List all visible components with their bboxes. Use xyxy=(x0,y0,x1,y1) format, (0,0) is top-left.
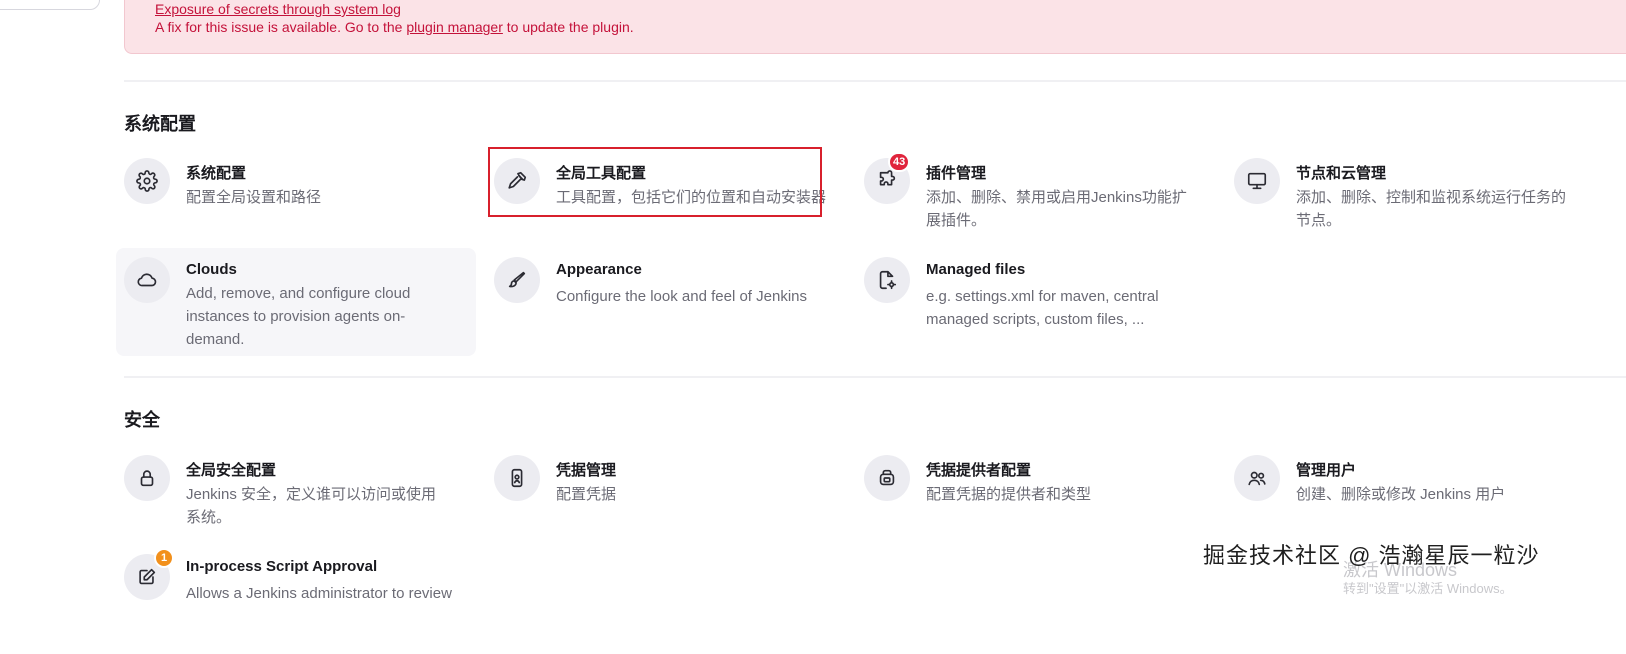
id-card-icon xyxy=(494,455,540,501)
cloud-icon xyxy=(124,257,170,303)
tile-plugin-manager[interactable]: 43 插件管理 添加、删除、禁用或启用Jenkins功能扩展插件。 xyxy=(864,152,1214,258)
highlight-annotation xyxy=(488,147,822,217)
tile-credentials[interactable]: 凭据管理 配置凭据 xyxy=(494,455,844,555)
tile-script-approval[interactable]: 1 In-process Script Approval Allows a Je… xyxy=(124,548,474,654)
tile-desc: 配置凭据的提供者和类型 xyxy=(926,486,1092,503)
section-title-system: 系统配置 xyxy=(124,114,196,134)
credential-provider-icon xyxy=(864,455,910,501)
tile-title: Appearance xyxy=(556,261,642,278)
tile-nodes-clouds[interactable]: 节点和云管理 添加、删除、控制和监视系统运行任务的节点。 xyxy=(1234,158,1584,258)
tile-appearance[interactable]: Appearance Configure the look and feel o… xyxy=(494,257,844,357)
plugin-manager-link[interactable]: plugin manager xyxy=(406,19,503,35)
gear-icon xyxy=(124,158,170,204)
tile-title: In-process Script Approval xyxy=(186,558,378,575)
tile-desc: Allows a Jenkins administrator to review xyxy=(186,585,452,602)
tile-title: 节点和云管理 xyxy=(1296,165,1387,182)
tile-title: 凭据管理 xyxy=(556,462,617,479)
tile-title: 管理用户 xyxy=(1296,462,1357,479)
secret-exposure-link[interactable]: Exposure of secrets through system log xyxy=(155,1,401,17)
windows-activation-subtext: 转到"设置"以激活 Windows。 xyxy=(1343,581,1513,596)
search-box[interactable] xyxy=(0,0,100,10)
file-gear-icon xyxy=(864,257,910,303)
monitor-icon xyxy=(1234,158,1280,204)
tile-title: Managed files xyxy=(926,261,1026,278)
brush-icon xyxy=(494,257,540,303)
tile-desc: 添加、删除、禁用或启用Jenkins功能扩展插件。 xyxy=(926,189,1187,229)
tile-managed-files[interactable]: Managed files e.g. settings.xml for mave… xyxy=(864,257,1214,357)
tile-system-config[interactable]: 系统配置 配置全局设置和路径 xyxy=(124,158,474,258)
tile-desc: Add, remove, and configure cloud instanc… xyxy=(186,285,411,348)
tile-credential-providers[interactable]: 凭据提供者配置 配置凭据的提供者和类型 xyxy=(864,455,1214,555)
tile-title: 凭据提供者配置 xyxy=(926,462,1032,479)
tile-title: 系统配置 xyxy=(186,165,247,182)
tile-desc: Configure the look and feel of Jenkins xyxy=(556,288,807,305)
tile-title: Clouds xyxy=(186,261,237,278)
script-approval-badge: 1 xyxy=(154,548,174,568)
tile-title: 插件管理 xyxy=(926,165,987,182)
users-icon xyxy=(1234,455,1280,501)
juejin-watermark: 掘金技术社区 @ 浩瀚星辰一粒沙 xyxy=(1203,543,1540,568)
lock-icon xyxy=(124,455,170,501)
tile-global-security[interactable]: 全局安全配置 Jenkins 安全，定义谁可以访问或使用系统。 xyxy=(124,455,474,555)
tile-desc: 配置凭据 xyxy=(556,486,617,503)
divider xyxy=(124,376,1626,378)
section-title-security: 安全 xyxy=(124,410,160,430)
tile-clouds[interactable]: Clouds Add, remove, and configure cloud … xyxy=(116,248,476,356)
tile-title: 全局安全配置 xyxy=(186,462,277,479)
tile-desc: 配置全局设置和路径 xyxy=(186,189,322,206)
security-alert: Exposure of secrets through system log A… xyxy=(124,0,1626,54)
tile-desc: Jenkins 安全，定义谁可以访问或使用系统。 xyxy=(186,486,437,526)
tile-desc: 添加、删除、控制和监视系统运行任务的节点。 xyxy=(1296,189,1567,229)
tile-desc: 创建、删除或修改 Jenkins 用户 xyxy=(1296,486,1506,503)
plugin-updates-badge: 43 xyxy=(888,152,911,172)
divider xyxy=(124,80,1626,82)
fix-message: A fix for this issue is available. Go to… xyxy=(155,19,634,35)
tile-desc: e.g. settings.xml for maven, central man… xyxy=(926,288,1159,328)
